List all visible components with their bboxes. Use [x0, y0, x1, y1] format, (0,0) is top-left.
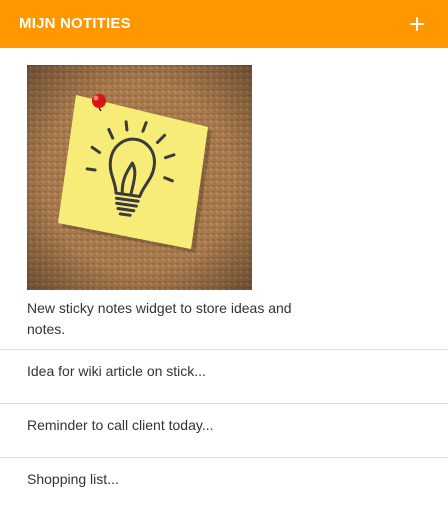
note-text: Idea for wiki article on stick...	[27, 363, 206, 379]
page-title: MIJN NOTITIES	[19, 14, 131, 32]
note-item[interactable]: Shopping list...	[0, 458, 448, 512]
notes-list: New sticky notes widget to store ideas a…	[0, 48, 448, 512]
note-text: New sticky notes widget to store ideas a…	[27, 300, 292, 337]
note-text: Reminder to call client today...	[27, 417, 214, 433]
note-image	[27, 65, 252, 290]
notes-widget: MIJN NOTITIES New sticky notes widget to…	[0, 0, 448, 512]
note-item[interactable]: Idea for wiki article on stick...	[0, 350, 448, 404]
add-note-button[interactable]	[406, 13, 428, 35]
note-item[interactable]: Reminder to call client today...	[0, 404, 448, 458]
header-bar: MIJN NOTITIES	[0, 0, 448, 48]
note-item-featured[interactable]: New sticky notes widget to store ideas a…	[0, 48, 448, 350]
note-text: Shopping list...	[27, 471, 119, 487]
